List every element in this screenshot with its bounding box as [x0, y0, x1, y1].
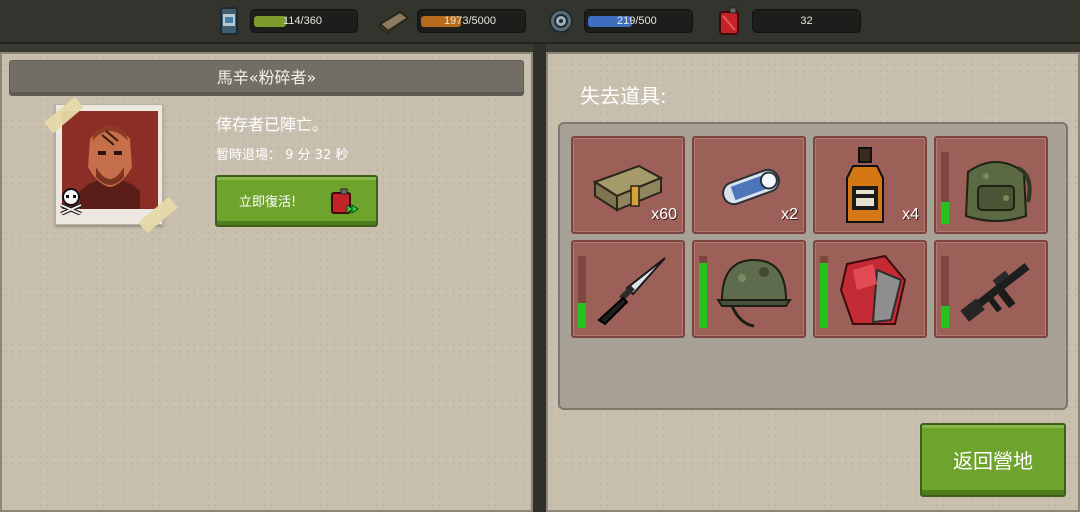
resource-bar: 114/360 1973/5000 219/500 32: [0, 0, 1080, 44]
water-bar: 114/360: [250, 9, 358, 33]
wood-plank-icon: [378, 10, 410, 36]
helmet-icon: [716, 258, 792, 328]
durability-bar: [699, 256, 707, 328]
game-screen: 114/360 1973/5000 219/500 32 馬辛«粉碎者» 倖存者…: [0, 0, 1080, 512]
item-slot-ammo-box[interactable]: x60: [571, 136, 685, 234]
durability-bar: [941, 152, 949, 224]
panel-divider: [533, 44, 546, 512]
parts-value: 219/500: [617, 15, 657, 27]
revive-button-label: 立即復活!: [239, 195, 297, 210]
wood-bar: 1973/5000: [417, 9, 526, 33]
durability-bar: [941, 256, 949, 328]
survivor-portrait: [55, 104, 163, 225]
durability-bar: [578, 256, 586, 328]
survivor-name: 馬辛«粉碎者»: [216, 68, 317, 87]
respawn-timer: 暫時退場： 9 分 32 秒: [216, 148, 349, 163]
durability-fill: [941, 306, 949, 328]
durability-fill: [941, 202, 949, 224]
item-slot-backpack[interactable]: [934, 136, 1048, 234]
item-quantity: x60: [651, 206, 677, 223]
bandage-roll-icon: [722, 168, 780, 206]
lost-items-title: 失去道具:: [580, 84, 667, 108]
fuel-bar: 32: [752, 9, 861, 33]
item-slot-rifle[interactable]: [934, 240, 1048, 338]
item-quantity: x2: [781, 206, 798, 223]
item-slot-armor[interactable]: [813, 240, 927, 338]
item-slot-helmet[interactable]: [692, 240, 806, 338]
backpack-icon: [964, 161, 1032, 222]
revive-now-button[interactable]: 立即復活!: [215, 175, 378, 227]
knife-icon: [597, 257, 666, 326]
durability-bar: [820, 256, 828, 328]
water-can-icon: [220, 7, 238, 35]
durability-fill: [578, 302, 586, 328]
item-slot-whiskey[interactable]: x4: [813, 136, 927, 234]
fuel-canister-icon: [719, 7, 739, 35]
water-value: 114/360: [283, 15, 322, 27]
skull-crossbones-icon: [60, 188, 82, 215]
durability-fill: [699, 263, 707, 328]
durability-fill: [820, 263, 828, 328]
item-slot-knife[interactable]: [571, 240, 685, 338]
item-slot-bandage[interactable]: x2: [692, 136, 806, 234]
return-to-camp-button[interactable]: 返回營地: [920, 423, 1066, 497]
parts-bar: 219/500: [584, 9, 693, 33]
rifle-icon: [960, 263, 1030, 322]
wood-value: 1973/5000: [444, 15, 496, 27]
fuel-value: 32: [800, 15, 813, 27]
death-status: 倖存者已陣亡。: [216, 115, 329, 134]
armor-vest-icon: [839, 254, 907, 325]
return-button-label: 返回營地: [953, 449, 1033, 473]
fuel-canister-icon: [331, 188, 359, 214]
survivor-name-header: 馬辛«粉碎者»: [9, 60, 524, 96]
gear-icon: [549, 9, 573, 33]
whiskey-bottle-icon: [846, 147, 884, 223]
item-quantity: x4: [902, 206, 919, 223]
